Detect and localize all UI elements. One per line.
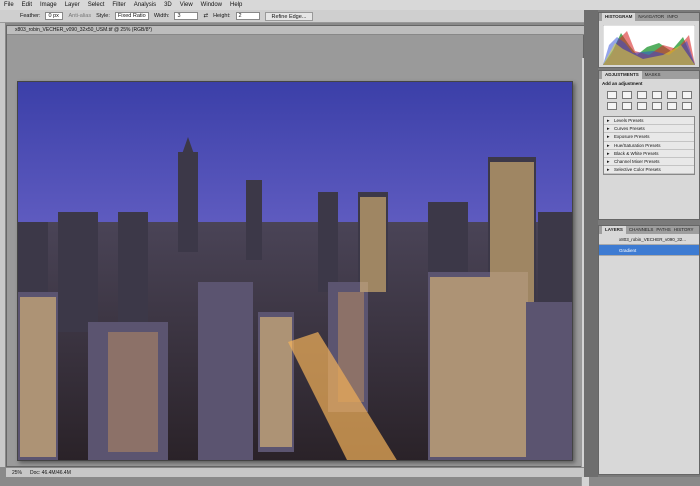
tab-history[interactable]: HISTORY	[674, 226, 694, 234]
layers-panel: LAYERS CHANNELS PATHS HISTORY x803_robin…	[598, 225, 700, 475]
status-bar: 25% Doc: 46.4M/46.4M	[6, 467, 584, 477]
tab-navigator[interactable]: NAVIGATOR	[638, 13, 664, 21]
brightness-icon[interactable]	[607, 91, 617, 99]
panel-dock: HISTOGRAM NAVIGATOR INFO ADJUSTMENTS MAS…	[584, 10, 700, 477]
feather-input[interactable]: 0 px	[45, 12, 64, 20]
posterize-icon[interactable]	[682, 102, 692, 110]
preset-channel-mixer[interactable]: Channel Mixer Presets	[604, 158, 694, 167]
photo-filter-icon[interactable]	[637, 102, 647, 110]
menu-window[interactable]: Window	[201, 2, 222, 8]
histogram-panel: HISTOGRAM NAVIGATOR INFO	[598, 12, 700, 68]
preset-exposure[interactable]: Exposure Presets	[604, 133, 694, 142]
layer-name: Gradient	[619, 248, 637, 253]
doc-info: Doc: 46.4M/46.4M	[30, 469, 71, 476]
panel-icon-strip[interactable]	[584, 10, 598, 477]
antialias-checkbox[interactable]: Anti-alias	[68, 13, 91, 19]
color-balance-icon[interactable]	[607, 102, 617, 110]
adjustments-tabs: ADJUSTMENTS MASKS	[599, 71, 699, 79]
levels-icon[interactable]	[622, 91, 632, 99]
histogram-graph	[602, 24, 696, 66]
histogram-tabs: HISTOGRAM NAVIGATOR INFO	[599, 13, 699, 21]
tab-histogram[interactable]: HISTOGRAM	[602, 13, 636, 21]
adjustment-icons	[599, 88, 699, 113]
menu-select[interactable]: Select	[88, 2, 105, 8]
menu-edit[interactable]: Edit	[22, 2, 32, 8]
black-white-icon[interactable]	[622, 102, 632, 110]
preset-black-white[interactable]: Black & White Presets	[604, 150, 694, 158]
height-input[interactable]: 2	[235, 12, 260, 20]
tab-info[interactable]: INFO	[667, 13, 678, 21]
tab-paths[interactable]: PATHS	[656, 226, 670, 234]
style-select[interactable]: Fixed Ratio	[114, 12, 149, 20]
menu-layer[interactable]: Layer	[65, 2, 80, 8]
menu-analysis[interactable]: Analysis	[134, 2, 156, 8]
curves-icon[interactable]	[637, 91, 647, 99]
zoom-level[interactable]: 25%	[12, 470, 22, 476]
refine-edge-button[interactable]: Refine Edge...	[264, 11, 314, 21]
tab-channels[interactable]: CHANNELS	[629, 226, 654, 234]
menu-bar: File Edit Image Layer Select Filter Anal…	[0, 0, 700, 10]
layer-row-selected[interactable]: Gradient	[599, 245, 699, 256]
menu-view[interactable]: View	[180, 2, 193, 8]
presets-list: Levels Presets Curves Presets Exposure P…	[603, 116, 695, 176]
swap-icon[interactable]: ⇄	[203, 13, 208, 19]
city-photo	[18, 82, 572, 460]
tab-masks[interactable]: MASKS	[645, 71, 661, 79]
style-label: Style:	[96, 13, 110, 19]
adjustments-heading: Add an adjustment	[602, 81, 643, 86]
channel-mixer-icon[interactable]	[652, 102, 662, 110]
height-label: Height:	[213, 13, 231, 19]
adjustments-panel: ADJUSTMENTS MASKS Add an adjustment Leve…	[598, 70, 700, 220]
width-label: Width:	[153, 13, 170, 19]
document-tab[interactable]: x803_robin_VECHER_v090_32x50_USM.tif @ 2…	[7, 26, 585, 35]
layers-tabs: LAYERS CHANNELS PATHS HISTORY	[599, 226, 699, 234]
feather-label: Feather:	[20, 13, 41, 19]
preset-selective-color[interactable]: Selective Color Presets	[604, 166, 694, 175]
menu-filter[interactable]: Filter	[112, 2, 125, 8]
menu-image[interactable]: Image	[40, 2, 57, 8]
tab-layers[interactable]: LAYERS	[602, 226, 626, 234]
menu-3d[interactable]: 3D	[164, 2, 172, 8]
exposure-icon[interactable]	[652, 91, 662, 99]
layer-name: x803_robin_VECHER_v090_32...	[619, 237, 687, 242]
menu-help[interactable]: Help	[230, 2, 242, 8]
hue-saturation-icon[interactable]	[682, 91, 692, 99]
vibrance-icon[interactable]	[667, 91, 677, 99]
preset-hue-saturation[interactable]: Hue/Saturation Presets	[604, 142, 694, 150]
width-input[interactable]: 3	[174, 12, 199, 20]
document-window: x803_robin_VECHER_v090_32x50_USM.tif @ 2…	[6, 25, 589, 486]
image-canvas[interactable]	[17, 81, 573, 461]
preset-curves[interactable]: Curves Presets	[604, 125, 694, 134]
layer-row[interactable]: x803_robin_VECHER_v090_32...	[599, 234, 699, 245]
menu-file[interactable]: File	[4, 2, 14, 8]
invert-icon[interactable]	[667, 102, 677, 110]
tab-adjustments[interactable]: ADJUSTMENTS	[602, 71, 642, 79]
preset-levels[interactable]: Levels Presets	[604, 117, 694, 126]
